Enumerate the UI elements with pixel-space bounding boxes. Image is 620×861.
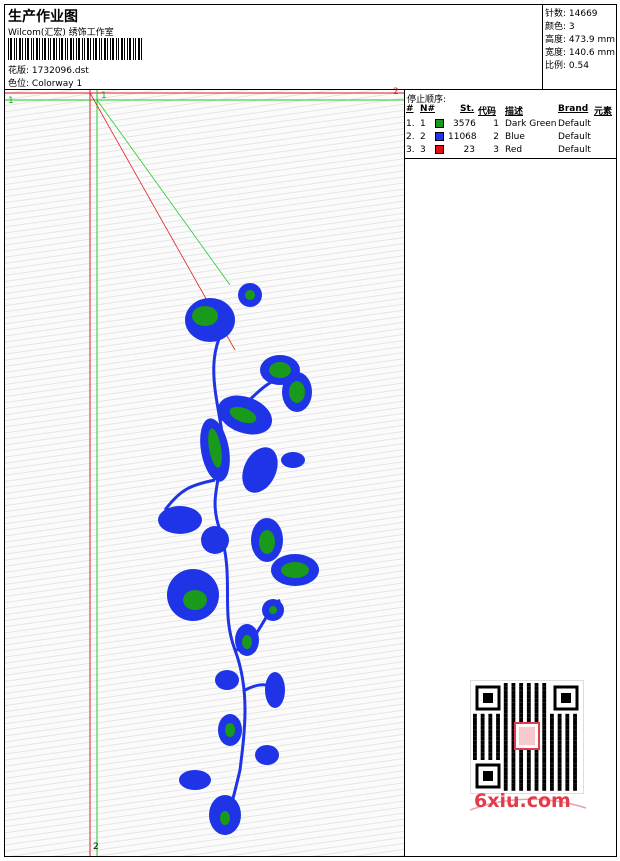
table-row: 1. 1 3576 1 Dark Green Default [405,119,616,132]
barcode [8,38,142,60]
watermark-text: 6xiu.com [474,790,571,812]
row-st: 23 [463,145,475,155]
design-canvas: 1 1 2 2 [5,87,405,856]
sheet-header: 生产作业图 Wilcom(汇宏) 绣饰工作室 花版: 1732096.dst 色… [5,5,543,89]
stat-scale: 比例: 0.54 [545,61,589,71]
row-brand: Default [558,119,591,129]
row-st: 3576 [453,119,476,129]
row-brand: Default [558,132,591,142]
color-swatch [435,132,444,141]
color-swatch [435,119,444,128]
row-no: 2. [406,132,415,142]
row-n: 3 [420,145,426,155]
col-code: 代码 [478,107,497,117]
stat-colors: 颜色: 3 [545,22,575,32]
col-n: N# [420,104,436,114]
col-st: St. [460,104,475,114]
butterfly-lower [251,518,319,586]
row-no: 3. [406,145,415,155]
sheet-title: 生产作业图 [8,9,78,25]
table-row: 3. 3 23 3 Red Default [405,145,616,158]
lower-leaves [179,624,285,835]
middle-bloom [167,569,284,621]
stat-stitches: 针数: 14669 [545,9,598,19]
stats-box: 针数: 14669 颜色: 3 高度: 473.9 mm 宽度: 140.6 m… [542,5,618,89]
col-brand: Brand [558,104,589,114]
col-elem: 元素 [594,107,613,117]
col-desc: 描述 [505,107,524,117]
row-code: 1 [493,119,499,129]
row-desc: Blue [505,132,525,142]
design-label: 花版: [8,66,30,76]
upper-leaves [158,395,305,554]
guide-label-1-top: 1 [101,91,107,101]
colorway-info: 色位: Colorway 1 [8,76,82,89]
table-divider [405,158,616,159]
row-desc: Red [505,145,523,155]
guide-label-2-right: 2 [393,87,399,97]
row-n: 2 [420,132,426,142]
colorway-value: Colorway 1 [31,79,83,89]
top-bloom [185,283,262,342]
design-value: 1732096.dst [31,66,89,76]
table-row: 2. 2 11068 2 Blue Default [405,132,616,145]
row-code: 3 [493,145,499,155]
row-no: 1. [406,119,415,129]
design-info: 花版: 1732096.dst [8,63,89,76]
row-n: 1 [420,119,426,129]
jump-line-green [96,99,231,286]
stat-height: 高度: 473.9 mm [545,35,616,45]
guide-label-2-bottom: 2 [93,842,99,852]
row-code: 2 [493,132,499,142]
row-st: 11068 [448,132,477,142]
row-brand: Default [558,145,591,155]
company-name: Wilcom(汇宏) 绣饰工作室 [8,28,114,38]
stat-width: 宽度: 140.6 mm [545,48,616,58]
qr-code [470,680,584,794]
guide-label-1-left: 1 [8,96,14,106]
col-no: # [406,104,414,114]
colorway-label: 色位: [8,79,30,89]
embroidery-preview [5,90,404,856]
row-desc: Dark Green [505,119,557,129]
color-swatch [435,145,444,154]
